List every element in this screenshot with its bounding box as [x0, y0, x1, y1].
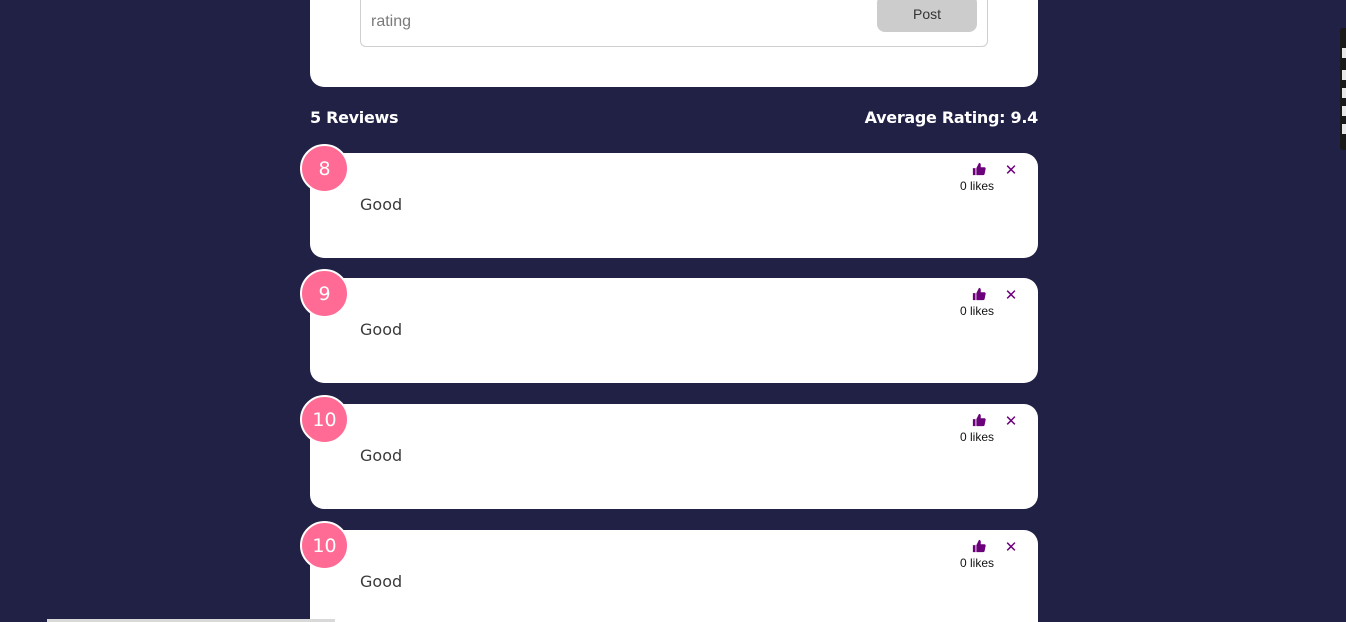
delete-button[interactable]: ✕ [1002, 286, 1020, 304]
close-icon: ✕ [1004, 538, 1018, 556]
reviews-summary: 5 Reviews Average Rating: 9.4 [310, 108, 1038, 132]
thumbs-up-icon [972, 539, 986, 552]
delete-button[interactable]: ✕ [1002, 161, 1020, 179]
review-card: 9 Good ✕ 0 likes [300, 269, 1038, 383]
rating-badge: 10 [300, 521, 349, 570]
scrollbar-mark [1342, 70, 1346, 80]
delete-button[interactable]: ✕ [1002, 412, 1020, 430]
post-button[interactable]: Post [877, 0, 977, 32]
rating-badge: 10 [300, 395, 349, 444]
review-text: Good [360, 572, 403, 591]
scrollbar-mark [1342, 106, 1346, 116]
likes-count: 0 likes [960, 430, 995, 444]
close-icon: ✕ [1004, 412, 1018, 430]
thumbs-up-icon [972, 413, 986, 426]
like-button[interactable] [970, 286, 988, 304]
rating-badge: 8 [300, 144, 349, 193]
close-icon: ✕ [1004, 161, 1018, 179]
likes-count: 0 likes [960, 179, 995, 193]
rating-input-group: Post [360, 0, 988, 47]
review-text: Good [360, 446, 403, 465]
review-card: 10 Good ✕ 0 likes [300, 521, 1038, 622]
thumbs-up-icon [972, 162, 986, 175]
rating-input[interactable] [361, 0, 871, 47]
review-card: 10 Good ✕ 0 likes [300, 395, 1038, 509]
review-count: 5 Reviews [310, 108, 399, 127]
close-icon: ✕ [1004, 286, 1018, 304]
like-button[interactable] [970, 161, 988, 179]
side-scrollbar[interactable] [1340, 28, 1346, 150]
review-text: Good [360, 195, 403, 214]
like-button[interactable] [970, 412, 988, 430]
scrollbar-mark [1342, 124, 1346, 134]
review-card: 8 Good ✕ 0 likes [300, 144, 1038, 258]
review-form-card: Post [310, 0, 1038, 87]
scrollbar-mark [1342, 88, 1346, 98]
likes-count: 0 likes [960, 304, 995, 318]
scrollbar-mark [1342, 48, 1346, 58]
thumbs-up-icon [972, 287, 986, 300]
average-rating: Average Rating: 9.4 [864, 108, 1039, 127]
reviews-page: Post 5 Reviews Average Rating: 9.4 8 Goo… [0, 0, 1346, 622]
rating-badge: 9 [300, 269, 349, 318]
delete-button[interactable]: ✕ [1002, 538, 1020, 556]
review-text: Good [360, 320, 403, 339]
like-button[interactable] [970, 538, 988, 556]
likes-count: 0 likes [960, 556, 995, 570]
